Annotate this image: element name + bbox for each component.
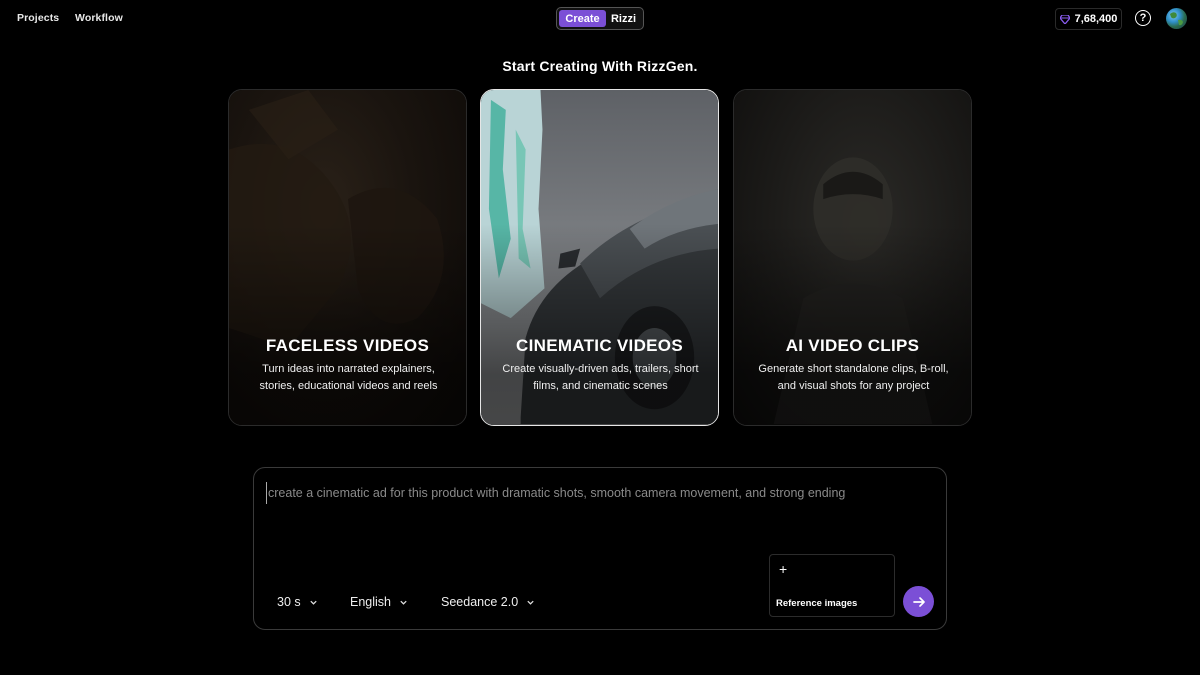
chevron-down-icon xyxy=(309,600,317,605)
language-value: English xyxy=(350,595,391,609)
card-title: CINEMATIC VIDEOS xyxy=(516,336,683,355)
mode-toggle: Create Rizzi xyxy=(556,7,644,30)
model-value: Seedance 2.0 xyxy=(441,595,519,609)
card-description: Turn ideas into narrated explainers, sto… xyxy=(259,363,438,392)
help-icon[interactable]: ? xyxy=(1135,10,1151,26)
card-title: AI VIDEO CLIPS xyxy=(785,336,920,355)
prompt-input[interactable] xyxy=(266,482,926,504)
nav-projects[interactable]: Projects xyxy=(17,12,59,24)
language-select[interactable]: English xyxy=(350,595,408,609)
mode-rizzi-button[interactable]: Rizzi xyxy=(606,10,641,27)
mode-create-button[interactable]: Create xyxy=(559,10,606,27)
top-bar: Projects Workflow Create Rizzi 7,68,400 … xyxy=(0,0,1200,38)
card-title: FACELESS VIDEOS xyxy=(265,336,430,355)
arrow-right-icon xyxy=(912,596,925,607)
reference-images-button[interactable]: + Reference images xyxy=(769,554,895,617)
page-headline: Start Creating With RizzGen. xyxy=(502,58,698,74)
gem-icon xyxy=(1059,14,1070,24)
nav-workflow[interactable]: Workflow xyxy=(75,12,123,24)
card-description: Generate short standalone clips, B-roll,… xyxy=(758,363,949,392)
card-description: Create visually-driven ads, trailers, sh… xyxy=(502,363,699,392)
plus-icon: + xyxy=(779,561,788,577)
credits-value: 7,68,400 xyxy=(1074,13,1118,25)
globe-avatar-image xyxy=(1170,12,1183,26)
chevron-down-icon xyxy=(527,600,534,605)
prompt-panel: 30 s English Seedance 2.0 + Reference im… xyxy=(253,467,947,630)
duration-select[interactable]: 30 s xyxy=(277,595,318,609)
card-cinematic-videos[interactable]: CINEMATIC VIDEOS Create visually-driven … xyxy=(480,89,719,426)
model-select[interactable]: Seedance 2.0 xyxy=(441,595,535,609)
credits-badge[interactable]: 7,68,400 xyxy=(1055,8,1122,30)
card-faceless-videos[interactable]: FACELESS VIDEOS Turn ideas into narrated… xyxy=(228,89,467,426)
avatar[interactable] xyxy=(1166,8,1187,29)
send-button[interactable] xyxy=(903,586,934,617)
help-glyph: ? xyxy=(1139,12,1147,24)
reference-images-label: Reference images xyxy=(776,598,858,609)
duration-value: 30 s xyxy=(277,595,301,609)
chevron-down-icon xyxy=(400,600,407,605)
card-ai-video-clips[interactable]: AI VIDEO CLIPS Generate short standalone… xyxy=(733,89,972,426)
